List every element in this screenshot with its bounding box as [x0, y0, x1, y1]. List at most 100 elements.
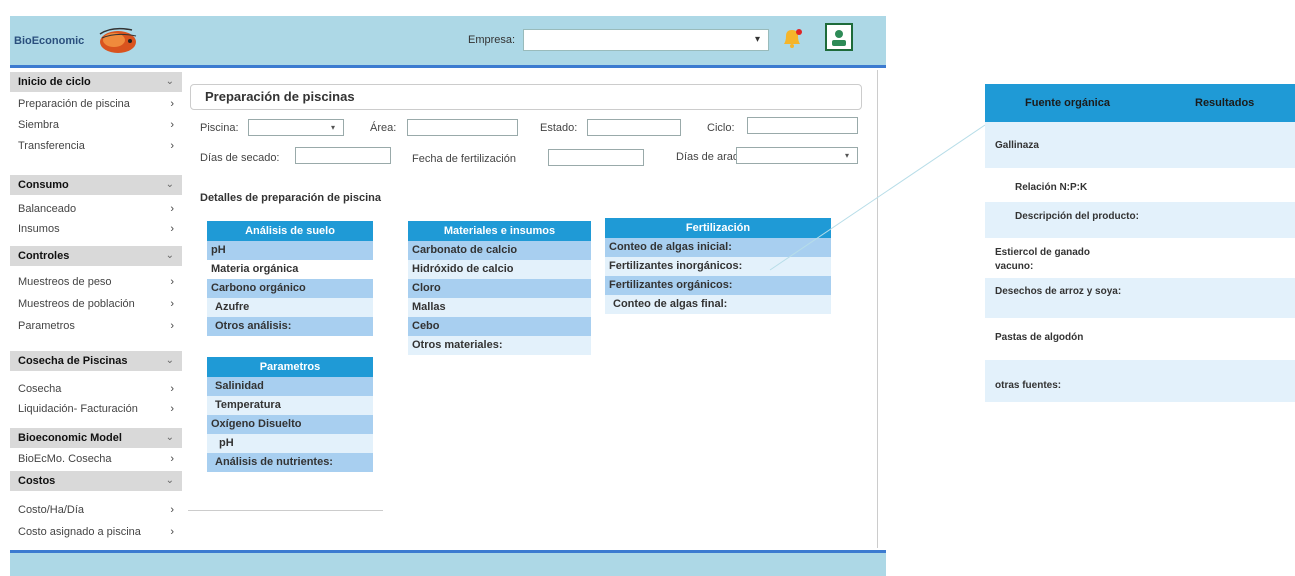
sidebar-item-muestreos-peso[interactable]: Muestreos de peso › — [10, 272, 182, 292]
row-label: Descripción del producto: — [1015, 211, 1139, 222]
panel-row[interactable]: Pastas de algodón — [985, 318, 1295, 360]
chevron-right-icon: › — [170, 403, 174, 415]
panel-row[interactable]: Gallinaza — [985, 122, 1295, 168]
sidebar-section-bioeconomic[interactable]: Bioeconomic Model ⌄ — [10, 428, 182, 448]
sidebar-section-inicio[interactable]: Inicio de ciclo ⌄ — [10, 72, 182, 92]
shrimp-logo-icon — [99, 27, 137, 53]
fuente-organica-panel: Fuente orgánica Resultados Gallinaza Rel… — [985, 84, 1295, 424]
item-label: Costo/Ha/Día — [18, 504, 85, 516]
column-fuente-organica: Fuente orgánica — [1025, 97, 1110, 109]
details-title: Detalles de preparación de piscina — [200, 192, 381, 204]
item-label: Muestreos de peso — [18, 276, 112, 288]
app-footer — [10, 550, 886, 576]
sidebar-item-cosecha[interactable]: Cosecha › — [10, 379, 182, 399]
sidebar-item-muestreos-poblacion[interactable]: Muestreos de población › — [10, 294, 182, 314]
table-row[interactable]: Salinidad — [207, 377, 373, 396]
sidebar-section-controles[interactable]: Controles ⌄ — [10, 246, 182, 266]
estado-input[interactable] — [587, 119, 681, 136]
table-row[interactable]: Cebo — [408, 317, 591, 336]
panel-row[interactable]: otras fuentes: — [985, 360, 1295, 402]
panel-row[interactable]: Estiercol de ganado vacuno: — [985, 238, 1295, 278]
item-label: Muestreos de población — [18, 298, 135, 310]
table-row[interactable]: Oxígeno Disuelto — [207, 415, 373, 434]
table-row[interactable]: Materia orgánica — [207, 260, 373, 279]
table-header: Análisis de suelo — [207, 221, 373, 241]
table-analisis-suelo: Análisis de suelo pH Materia orgánica Ca… — [207, 221, 373, 336]
connector-line — [769, 124, 986, 271]
piscina-select[interactable]: ▾ — [248, 119, 344, 136]
user-icon[interactable] — [825, 23, 853, 51]
chevron-right-icon: › — [170, 276, 174, 288]
table-row[interactable]: Carbono orgánico — [207, 279, 373, 298]
item-label: Balanceado — [18, 203, 77, 215]
table-parametros: Parametros Salinidad Temperatura Oxígeno… — [207, 357, 373, 472]
sidebar-item-liquidacion[interactable]: Liquidación- Facturación › — [10, 399, 182, 419]
item-label: Parametros — [18, 320, 75, 332]
area-label: Área: — [370, 122, 397, 134]
app-logo[interactable]: BioEconomic — [14, 35, 84, 47]
row-label: Pastas de algodón — [995, 332, 1084, 343]
item-label: Preparación de piscina — [18, 98, 130, 110]
app-header: BioEconomic Empresa: ▾ — [10, 16, 886, 68]
chevron-down-icon: ⌄ — [165, 76, 174, 87]
sidebar-item-bioecmo-cosecha[interactable]: BioEcMo. Cosecha › — [10, 449, 182, 469]
chevron-right-icon: › — [170, 98, 174, 110]
user-glyph-icon — [832, 30, 846, 46]
sidebar-item-parametros[interactable]: Parametros › — [10, 316, 182, 336]
sidebar-item-costo-asignado[interactable]: Costo asignado a piscina › — [10, 522, 182, 542]
panel-row[interactable]: Desechos de arroz y soya: — [985, 278, 1295, 318]
empresa-label: Empresa: — [468, 34, 516, 46]
sidebar-section-costos[interactable]: Costos ⌄ — [10, 471, 182, 491]
row-label: Relación N:P:K — [1015, 182, 1088, 193]
table-row[interactable]: Análisis de nutrientes: — [207, 453, 373, 472]
page-title: Preparación de piscinas — [190, 84, 862, 110]
table-row[interactable]: Carbonato de calcio — [408, 241, 591, 260]
table-row[interactable]: Otros análisis: — [207, 317, 373, 336]
section-label: Bioeconomic Model — [18, 432, 122, 444]
table-row[interactable]: Cloro — [408, 279, 591, 298]
item-label: Transferencia — [18, 140, 85, 152]
chevron-down-icon: ▾ — [754, 34, 760, 45]
sidebar-item-transferencia[interactable]: Transferencia › — [10, 136, 182, 156]
sidebar-item-siembra[interactable]: Siembra › — [10, 115, 182, 135]
chevron-down-icon: ⌄ — [165, 250, 174, 261]
panel-row[interactable]: Descripción del producto: — [985, 202, 1295, 238]
sidebar: Inicio de ciclo ⌄ Preparación de piscina ›… — [10, 70, 182, 550]
area-input[interactable] — [407, 119, 518, 136]
chevron-down-icon: ⌄ — [165, 179, 174, 190]
panel-row[interactable]: Relación N:P:K — [985, 168, 1295, 202]
table-row[interactable]: Temperatura — [207, 396, 373, 415]
sidebar-item-costo-ha-dia[interactable]: Costo/Ha/Día › — [10, 500, 182, 520]
fecha-fertilizacion-input[interactable] — [548, 149, 644, 166]
empresa-select[interactable]: ▾ — [523, 29, 769, 51]
row-label: Estiercol de ganado vacuno: — [995, 247, 1091, 272]
table-header: Materiales e insumos — [408, 221, 591, 241]
table-row[interactable]: Mallas — [408, 298, 591, 317]
table-row[interactable]: Otros materiales: — [408, 336, 591, 355]
dias-secado-input[interactable] — [295, 147, 391, 164]
section-label: Costos — [18, 475, 56, 487]
table-row[interactable]: Azufre — [207, 298, 373, 317]
sidebar-section-consumo[interactable]: Consumo ⌄ — [10, 175, 182, 195]
sidebar-item-insumos[interactable]: Insumos › — [10, 219, 182, 239]
table-row[interactable]: pH — [207, 434, 373, 453]
column-resultados: Resultados — [1195, 97, 1255, 109]
chevron-down-icon: ▾ — [330, 123, 335, 132]
table-header: Parametros — [207, 357, 373, 377]
table-row[interactable]: Conteo de algas final: — [605, 295, 831, 314]
section-label: Consumo — [18, 179, 69, 191]
chevron-right-icon: › — [170, 320, 174, 332]
chevron-right-icon: › — [170, 140, 174, 152]
item-label: BioEcMo. Cosecha — [18, 453, 112, 465]
sidebar-section-cosecha[interactable]: Cosecha de Piscinas ⌄ — [10, 351, 182, 371]
row-label: otras fuentes: — [995, 380, 1062, 391]
table-materiales-insumos: Materiales e insumos Carbonato de calcio… — [408, 221, 591, 355]
sidebar-item-preparacion[interactable]: Preparación de piscina › — [10, 94, 182, 114]
bell-icon[interactable] — [780, 27, 804, 49]
item-label: Liquidación- Facturación — [18, 403, 138, 415]
chevron-right-icon: › — [170, 119, 174, 131]
table-row[interactable]: pH — [207, 241, 373, 260]
sidebar-item-balanceado[interactable]: Balanceado › — [10, 199, 182, 219]
chevron-right-icon: › — [170, 203, 174, 215]
table-row[interactable]: Hidróxido de calcio — [408, 260, 591, 279]
